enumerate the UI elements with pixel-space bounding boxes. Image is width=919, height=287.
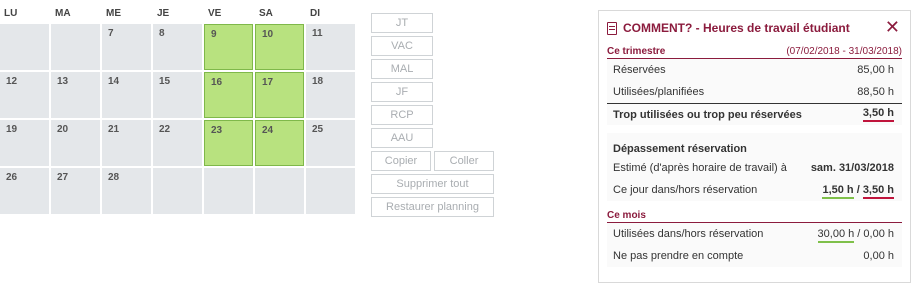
calendar-day-cell[interactable]: 18 [306,72,355,118]
calendar-day-cell[interactable]: 10 [255,24,304,70]
document-icon [607,21,617,35]
calendar-day-cell[interactable]: 21 [102,120,151,166]
action-buttons: JT VAC MAL JF RCP AAU Copier Coller Supp… [371,13,494,220]
copy-button[interactable]: Copier [371,151,431,171]
overuse-value: 3,50 h [862,107,894,122]
quarter-title: Ce trimestre [607,46,666,57]
calendar-header: LU MA ME JE VE SA DI [0,8,357,24]
day-header: LU [4,8,18,19]
panel-title: COMMENT? - Heures de travail étudiant [623,21,850,35]
estimate-row: Estimé (d'après horaire de travail) à sa… [607,157,902,179]
calendar-day-cell[interactable]: 9 [204,24,253,70]
calendar-day-cell[interactable]: 24 [255,120,304,166]
reserved-label: Réservées [613,64,666,76]
calendar-day-cell[interactable] [51,24,100,70]
jf-button[interactable]: JF [371,82,433,102]
calendar-week: 7 8 9 10 11 [0,24,357,70]
overrun-title: Dépassement réservation [613,143,747,155]
overuse-label: Trop utilisées ou trop peu réservées [613,108,802,121]
calendar-day-cell[interactable]: 15 [153,72,202,118]
day-out-value: 3,50 h [862,184,894,199]
reserved-row: Réservées 85,00 h [607,59,902,81]
calendar-day-cell[interactable]: 28 [102,168,151,214]
calendar: LU MA ME JE VE SA DI 7 8 9 10 11 12 13 14 15 16 17… [0,8,357,216]
section-title-month: Ce mois [599,209,910,222]
used-label: Utilisées/planifiées [613,86,705,98]
overuse-row: Trop utilisées ou trop peu réservées 3,5… [607,103,902,125]
calendar-day-cell[interactable]: 17 [255,72,304,118]
used-row: Utilisées/planifiées 88,50 h [607,81,902,103]
calendar-day-cell[interactable]: 22 [153,120,202,166]
month-used-label: Utilisées dans/hors réservation [613,228,764,240]
calendar-day-cell[interactable]: 27 [51,168,100,214]
student-hours-panel: COMMENT? - Heures de travail étudiant ✕ … [598,10,911,283]
ignore-row: Ne pas prendre en compte 0,00 h [607,245,902,267]
calendar-day-cell[interactable]: 12 [0,72,49,118]
ignore-label: Ne pas prendre en compte [613,250,744,262]
calendar-day-cell[interactable]: 25 [306,120,355,166]
ignore-value: 0,00 h [863,250,894,262]
day-header: MA [55,8,71,19]
calendar-day-cell[interactable] [153,168,202,214]
calendar-body: 7 8 9 10 11 12 13 14 15 16 17 18 19 20 21 22 23 24 25 26 27 2… [0,24,357,214]
delete-all-button[interactable]: Supprimer tout [371,174,494,194]
calendar-day-cell[interactable]: 23 [204,120,253,166]
aau-button[interactable]: AAU [371,128,433,148]
calendar-day-cell[interactable]: 14 [102,72,151,118]
rcp-button[interactable]: RCP [371,105,433,125]
day-header: DI [310,8,320,19]
estimate-value: sam. 31/03/2018 [810,162,894,174]
quarter-box: Réservées 85,00 h Utilisées/planifiées 8… [607,58,902,201]
day-header: ME [106,8,121,19]
calendar-day-cell[interactable] [0,24,49,70]
restore-planning-button[interactable]: Restaurer planning [371,197,494,217]
calendar-day-cell[interactable]: 16 [204,72,253,118]
day-label: Ce jour dans/hors réservation [613,184,758,196]
calendar-week: 12 13 14 15 16 17 18 [0,72,357,118]
day-header: VE [208,8,222,19]
calendar-day-cell[interactable]: 26 [0,168,49,214]
calendar-day-cell[interactable]: 11 [306,24,355,70]
close-icon[interactable]: ✕ [885,17,900,37]
day-row: Ce jour dans/hors réservation 1,50 h / 3… [607,179,902,201]
calendar-day-cell[interactable]: 8 [153,24,202,70]
calendar-day-cell[interactable]: 20 [51,120,100,166]
jt-button[interactable]: JT [371,13,433,33]
month-title: Ce mois [607,210,646,221]
used-value: 88,50 h [857,86,894,98]
vac-button[interactable]: VAC [371,36,433,56]
month-box: Utilisées dans/hors réservation 30,00 h … [607,222,902,267]
calendar-day-cell[interactable] [306,168,355,214]
calendar-week: 26 27 28 [0,168,357,214]
reserved-value: 85,00 h [857,64,894,76]
calendar-day-cell[interactable] [255,168,304,214]
section-title-quarter: Ce trimestre (07/02/2018 - 31/03/2018) [599,45,910,58]
day-value: 1,50 h / 3,50 h [822,184,894,199]
day-header: SA [259,8,273,19]
estimate-label: Estimé (d'après horaire de travail) à [613,162,787,174]
day-header: JE [157,8,170,19]
calendar-day-cell[interactable]: 13 [51,72,100,118]
calendar-week: 19 20 21 22 23 24 25 [0,120,357,166]
calendar-day-cell[interactable]: 19 [0,120,49,166]
day-in-value: 1,50 h [822,184,854,199]
calendar-day-cell[interactable] [204,168,253,214]
paste-button[interactable]: Coller [434,151,494,171]
panel-header: COMMENT? - Heures de travail étudiant ✕ [599,11,910,45]
month-used-value: 30,00 h / 0,00 h [817,228,894,243]
calendar-day-cell[interactable]: 7 [102,24,151,70]
mal-button[interactable]: MAL [371,59,433,79]
month-used-row: Utilisées dans/hors réservation 30,00 h … [607,223,902,245]
quarter-range: (07/02/2018 - 31/03/2018) [786,46,902,57]
